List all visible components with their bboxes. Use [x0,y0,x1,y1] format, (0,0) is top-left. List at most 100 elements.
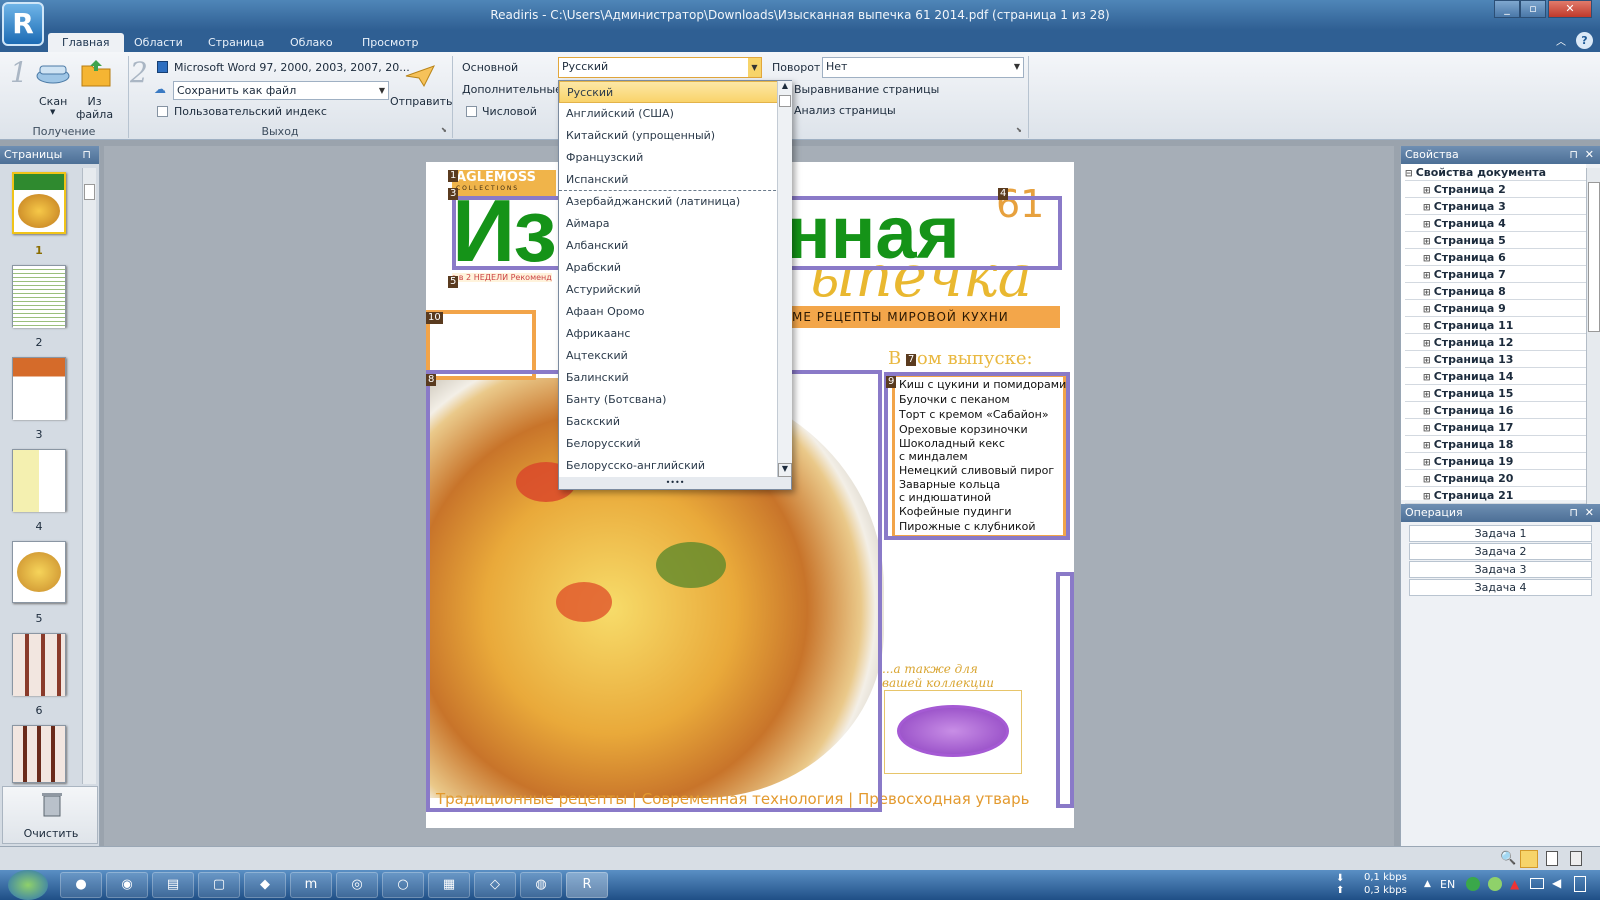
task-item[interactable]: Задача 1 [1409,525,1592,542]
page-align-option[interactable]: Выравнивание страницы [794,83,939,96]
page-view-icon[interactable] [1546,851,1558,866]
language-option[interactable]: Испанский [559,169,791,191]
task-item[interactable]: Задача 2 [1409,543,1592,560]
tree-page-item[interactable]: ⊞ Страница 7 [1405,266,1586,283]
scan-button[interactable]: Скан [39,95,67,108]
scroll-up-icon[interactable]: ▲ [778,81,792,95]
language-option[interactable]: Белорусский [559,433,791,455]
tree-page-item[interactable]: ⊞ Страница 3 [1405,198,1586,215]
expand-icon[interactable]: ⊞ [1423,203,1434,213]
expand-icon[interactable]: ⊞ [1423,288,1434,298]
expand-icon[interactable]: ⊞ [1423,271,1434,281]
expand-icon[interactable]: ⊞ [1423,390,1434,400]
app-icon[interactable]: ◆ [244,872,286,898]
page-thumbnail[interactable] [12,357,66,420]
language-option[interactable]: Белорусско-английский [559,455,791,477]
language-option[interactable]: Албанский [559,235,791,257]
tree-page-item[interactable]: ⊞ Страница 5 [1405,232,1586,249]
expand-icon[interactable]: ⊞ [1423,254,1434,264]
scrollbar-thumb[interactable] [779,95,791,107]
page-thumbnail[interactable] [12,633,66,696]
expand-icon[interactable]: ⊞ [1423,186,1434,196]
page-thumbnail[interactable] [12,449,66,512]
language-option[interactable]: Китайский (упрощенный) [559,125,791,147]
tree-page-item[interactable]: ⊞ Страница 6 [1405,249,1586,266]
send-icon[interactable] [404,64,436,88]
tree-page-item[interactable]: ⊞ Страница 15 [1405,385,1586,402]
scroll-down-icon[interactable]: ▼ [778,463,792,477]
display-icon[interactable] [1530,878,1544,889]
tree-page-item[interactable]: ⊞ Страница 20 [1405,470,1586,487]
dialog-launcher-icon[interactable]: ⬊ [441,126,447,134]
page-analysis-option[interactable]: Анализ страницы [794,104,896,117]
readiris-taskbar-icon[interactable]: R [566,872,608,898]
ocr-zone[interactable] [1056,572,1074,808]
tree-root[interactable]: ⊟ Свойства документа [1405,164,1586,181]
tree-page-item[interactable]: ⊞ Страница 18 [1405,436,1586,453]
app-icon[interactable]: ▦ [428,872,470,898]
expand-icon[interactable]: ⊞ [1423,322,1434,332]
show-desktop-icon[interactable] [1574,876,1586,892]
tree-page-item[interactable]: ⊞ Страница 19 [1405,453,1586,470]
tray-expand-icon[interactable]: ▲ [1424,879,1431,889]
folder-icon[interactable] [80,58,112,88]
from-file-button[interactable]: Из файла [76,95,113,121]
tree-page-item[interactable]: ⊞ Страница 11 [1405,317,1586,334]
zoom-icon[interactable]: 🔍 [1500,851,1516,866]
close-icon[interactable]: ✕ [1585,146,1594,164]
dialog-launcher-icon[interactable]: ⬊ [1016,126,1022,134]
chevron-down-icon[interactable]: ▼ [50,108,55,116]
pin-icon[interactable]: ⊓ [82,146,91,164]
tree-page-item[interactable]: ⊞ Страница 21 [1405,487,1586,504]
expand-icon[interactable]: ⊞ [1423,424,1434,434]
text-view-icon[interactable] [1570,851,1582,866]
language-option[interactable]: Балинский [559,367,791,389]
pages-scrollbar[interactable] [82,168,96,784]
dropdown-scrollbar[interactable]: ▲ ▼ [777,81,792,477]
task-item[interactable]: Задача 3 [1409,561,1592,578]
resize-grip-icon[interactable]: •••• [559,477,791,489]
expand-icon[interactable]: ⊞ [1423,475,1434,485]
minimize-button[interactable]: _ [1494,0,1520,18]
expand-icon[interactable]: ⊞ [1423,373,1434,383]
expand-icon[interactable]: ⊞ [1423,305,1434,315]
expand-icon[interactable]: ⊞ [1423,356,1434,366]
tree-page-item[interactable]: ⊞ Страница 13 [1405,351,1586,368]
tab-view[interactable]: Просмотр [348,33,432,52]
language-option[interactable]: Банту (Ботсвана) [559,389,791,411]
expand-icon[interactable]: ⊞ [1423,458,1434,468]
tray-warning-icon[interactable]: ▲ [1510,877,1519,891]
main-language-combo[interactable]: Русский ▼ [558,57,762,78]
tree-page-item[interactable]: ⊞ Страница 8 [1405,283,1586,300]
tree-page-item[interactable]: ⊞ Страница 17 [1405,419,1586,436]
ocr-zone[interactable] [884,372,1070,540]
tree-page-item[interactable]: ⊞ Страница 9 [1405,300,1586,317]
markdown-icon[interactable]: m [290,872,332,898]
app-icon[interactable]: ▢ [198,872,240,898]
collapse-icon[interactable]: ⊟ [1405,169,1416,179]
tab-cloud[interactable]: Облако [276,33,347,52]
send-button[interactable]: Отправить [390,95,453,108]
page-thumbnail[interactable] [12,541,66,603]
language-option[interactable]: Азербайджанский (латиница) [559,191,791,213]
collapse-ribbon-icon[interactable]: ︿ [1556,33,1572,49]
language-option[interactable]: Афаан Оромо [559,301,791,323]
output-format-label[interactable]: Microsoft Word 97, 2000, 2003, 2007, 20.… [174,61,410,74]
help-icon[interactable]: ? [1576,32,1593,49]
tray-app-icon[interactable] [1488,877,1502,891]
page-thumbnail[interactable] [12,265,66,328]
tree-page-item[interactable]: ⊞ Страница 14 [1405,368,1586,385]
app-icon[interactable]: ○ [382,872,424,898]
app-icon[interactable]: ◇ [474,872,516,898]
language-option[interactable]: Арабский [559,257,791,279]
tree-page-item[interactable]: ⊞ Страница 16 [1405,402,1586,419]
scrollbar-thumb[interactable] [1588,182,1600,332]
start-button[interactable] [8,870,48,900]
app-icon[interactable]: ◍ [520,872,562,898]
language-option[interactable]: Русский [559,81,791,103]
expand-icon[interactable]: ⊞ [1423,441,1434,451]
expand-icon[interactable]: ⊞ [1423,339,1434,349]
fit-page-icon[interactable] [1520,850,1538,868]
tree-page-item[interactable]: ⊞ Страница 12 [1405,334,1586,351]
scrollbar-thumb[interactable] [84,184,95,200]
